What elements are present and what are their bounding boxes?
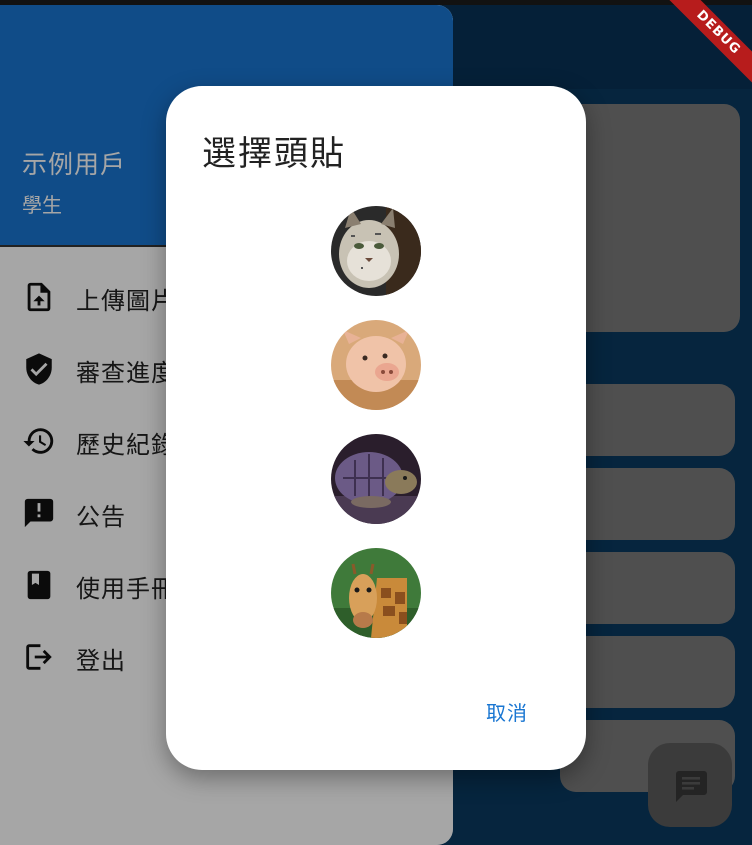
lynx-avatar[interactable]: [331, 206, 421, 296]
lynx-image: [331, 206, 421, 296]
chat-fab-button[interactable]: [648, 743, 732, 827]
debug-label: DEBUG: [667, 0, 752, 84]
avatar-picker-dialog: 選擇頭貼 取消: [166, 86, 586, 770]
chat-icon: [676, 771, 707, 802]
pig-image: [331, 320, 421, 410]
giraffe-image: [331, 548, 421, 638]
dialog-title: 選擇頭貼: [202, 134, 346, 174]
tortoise-avatar[interactable]: [331, 434, 421, 524]
pig-avatar[interactable]: [331, 320, 421, 410]
cancel-button[interactable]: 取消: [486, 697, 528, 726]
debug-banner: DEBUG: [662, 0, 752, 90]
giraffe-avatar[interactable]: [331, 548, 421, 638]
tortoise-image: [331, 434, 421, 524]
